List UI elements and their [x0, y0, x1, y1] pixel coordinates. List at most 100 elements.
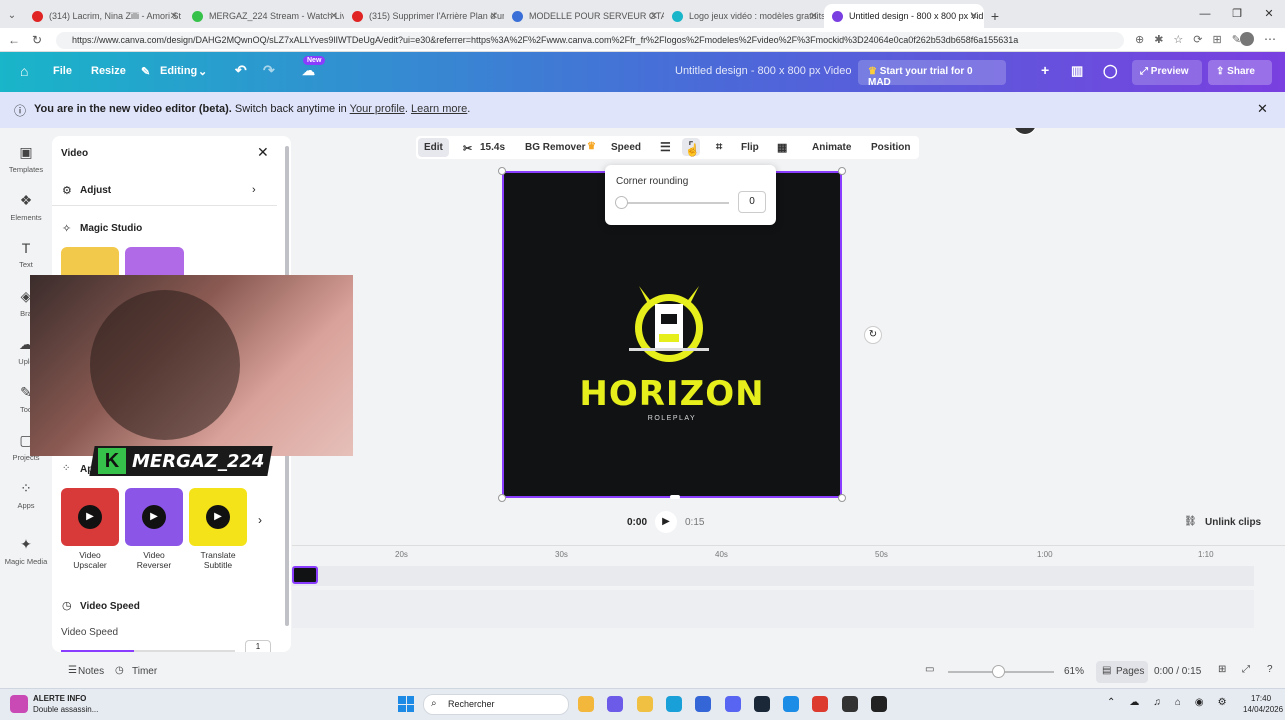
folder-icon[interactable]	[636, 696, 653, 712]
clock-date[interactable]: 14/04/2026	[1243, 705, 1283, 714]
video-track[interactable]	[292, 566, 1254, 586]
file-explorer-icon[interactable]	[578, 696, 594, 712]
resize-handle-top-right[interactable]	[838, 167, 846, 175]
add-collaborator-icon[interactable]: +	[1041, 62, 1049, 78]
redo-icon[interactable]: ↷	[263, 62, 275, 79]
discord-icon[interactable]	[724, 696, 741, 712]
clip-duration-button[interactable]: 15.4s	[480, 142, 505, 153]
close-tab-icon[interactable]: ✕	[970, 11, 978, 22]
resize-handle-top-left[interactable]	[498, 167, 506, 175]
app-tile[interactable]: ▶ Translate Subtitle	[189, 488, 247, 576]
zoom-slider-thumb[interactable]	[992, 665, 1005, 678]
resize-button[interactable]: Resize	[91, 65, 126, 77]
rotate-icon[interactable]: ↻	[864, 326, 882, 344]
page-view-icon[interactable]: ▭	[925, 664, 934, 675]
url-input[interactable]: https://www.canva.com/design/DAHG2MQwnOQ…	[56, 32, 1124, 49]
maximize-icon[interactable]: ❐	[1221, 0, 1253, 28]
minimize-icon[interactable]: —	[1189, 0, 1221, 28]
app-icon[interactable]	[783, 696, 800, 712]
profile-avatar[interactable]	[1240, 32, 1254, 46]
rail-item-apps[interactable]: ⁘ Apps	[0, 480, 52, 510]
bg-remover-button[interactable]: BG Remover	[525, 142, 586, 153]
crop-icon[interactable]: ⌗	[716, 141, 722, 154]
news-alert-subtitle[interactable]: Double assassin...	[33, 705, 98, 714]
app-tile[interactable]: ▶ Video Reverser	[125, 488, 183, 576]
magic-tool-thumb-2[interactable]	[125, 247, 184, 277]
edge-icon[interactable]	[665, 696, 682, 712]
learn-more-link[interactable]: Learn more	[411, 103, 467, 115]
comment-icon[interactable]: ◯	[1103, 63, 1118, 79]
home-icon[interactable]: ⌂	[20, 63, 28, 79]
taskbar-search[interactable]: ⌕ Rechercher	[423, 694, 569, 715]
close-tab-icon[interactable]: ✕	[810, 11, 818, 22]
video-speed-slider[interactable]	[61, 650, 235, 652]
position-button[interactable]: Position	[871, 142, 910, 153]
fullscreen-icon[interactable]: ⤢	[1242, 664, 1250, 675]
browser-tab[interactable]: Logo jeux vidéo : modèles gratuits ✕	[664, 4, 824, 28]
tab-list-button[interactable]: ⌄	[0, 4, 24, 28]
grid-view-icon[interactable]: ⊞	[1218, 664, 1226, 675]
app-icon[interactable]	[841, 696, 858, 712]
browser-tab[interactable]: (314) Lacrim, Nina Zilli - Amori St ✕	[24, 4, 184, 28]
notes-button[interactable]: Notes	[78, 666, 104, 677]
video-speed-input[interactable]: 1	[245, 640, 271, 652]
new-tab-button[interactable]: +	[984, 4, 1006, 28]
close-tab-icon[interactable]: ✕	[170, 11, 178, 22]
app-tile[interactable]: ▶ Video Upscaler	[61, 488, 119, 576]
close-tab-icon[interactable]: ✕	[650, 11, 658, 22]
resize-handle-bottom[interactable]	[670, 495, 680, 499]
corner-rounding-slider[interactable]	[619, 202, 729, 204]
obs-icon[interactable]	[871, 696, 887, 712]
corner-rounding-slider-thumb[interactable]	[615, 196, 628, 209]
store-icon[interactable]	[695, 696, 712, 712]
corner-rounding-input[interactable]: 0	[738, 191, 766, 213]
close-tab-icon[interactable]: ✕	[490, 11, 498, 22]
close-window-icon[interactable]: ✕	[1253, 0, 1285, 28]
browser-tab[interactable]: MODELLE POUR SERVEUR GTA RP✕	[504, 4, 664, 28]
cloud-save-icon[interactable]: ☁	[302, 63, 315, 79]
share-button[interactable]: ⇪ Share	[1208, 60, 1272, 85]
edit-button[interactable]: Edit	[418, 138, 449, 157]
video-clip[interactable]	[292, 566, 318, 584]
rail-item-magic-media[interactable]: ✦ Magic Media	[0, 536, 52, 566]
clock-time[interactable]: 17:40	[1251, 694, 1271, 703]
start-trial-button[interactable]: ♛ Start your trial for 0 MAD	[858, 60, 1006, 88]
audio-track[interactable]	[292, 590, 1254, 628]
zoom-level[interactable]: 61%	[1064, 666, 1084, 677]
chevron-down-icon[interactable]: ⌄	[198, 65, 207, 78]
scissors-icon[interactable]: ✂	[463, 142, 472, 155]
browser-menu-icon[interactable]: ⋯	[1264, 32, 1276, 46]
design-title[interactable]: Untitled design - 800 x 800 px Video	[675, 65, 852, 77]
flip-button[interactable]: Flip	[741, 142, 759, 153]
animate-button[interactable]: Animate	[812, 142, 851, 153]
browser-tab[interactable]: Untitled design - 800 x 800 px Vid ✕	[824, 4, 984, 28]
browser-tab[interactable]: MERGAZ_224 Stream - Watch Live ✕	[184, 4, 344, 28]
rail-item-elements[interactable]: ❖ Elements	[0, 192, 52, 222]
apps-next-icon[interactable]: ›	[258, 513, 262, 527]
timeline-ruler[interactable]: 20s 30s 40s 50s 1:00 1:10	[292, 548, 1285, 562]
reload-icon[interactable]: ↻	[32, 33, 42, 47]
chrome-icon[interactable]	[812, 696, 829, 712]
steam-icon[interactable]	[753, 696, 770, 712]
resize-handle-bottom-right[interactable]	[838, 494, 846, 502]
timer-button[interactable]: Timer	[132, 666, 157, 677]
your-profile-link[interactable]: Your profile	[350, 103, 405, 115]
magic-tool-thumb-1[interactable]	[61, 247, 119, 277]
close-panel-icon[interactable]: ✕	[257, 144, 269, 161]
back-icon[interactable]: ←	[8, 33, 20, 47]
preview-button[interactable]: ⤢ Preview	[1132, 60, 1202, 85]
browser-extension-icons[interactable]: ⊕✱☆⟳⊞✎	[1135, 33, 1251, 46]
border-style-icon[interactable]: ☰	[660, 140, 671, 154]
close-banner-icon[interactable]: ✕	[1257, 101, 1268, 117]
help-icon[interactable]: ?	[1267, 664, 1273, 675]
close-tab-icon[interactable]: ✕	[330, 11, 338, 22]
adjust-row[interactable]: ⚙ Adjust ›	[52, 176, 277, 206]
rail-item-text[interactable]: T Text	[0, 240, 52, 269]
editing-mode-button[interactable]: Editing	[160, 65, 197, 77]
windows-start-icon[interactable]	[398, 696, 414, 712]
news-alert-title[interactable]: ALERTE INFO	[33, 694, 86, 703]
system-tray-icons[interactable]: ⌃☁♫⌂◉⚙	[1107, 697, 1241, 708]
transparency-icon[interactable]: ▦	[777, 141, 787, 154]
undo-icon[interactable]: ↶	[235, 62, 247, 79]
speed-button[interactable]: Speed	[611, 142, 641, 153]
